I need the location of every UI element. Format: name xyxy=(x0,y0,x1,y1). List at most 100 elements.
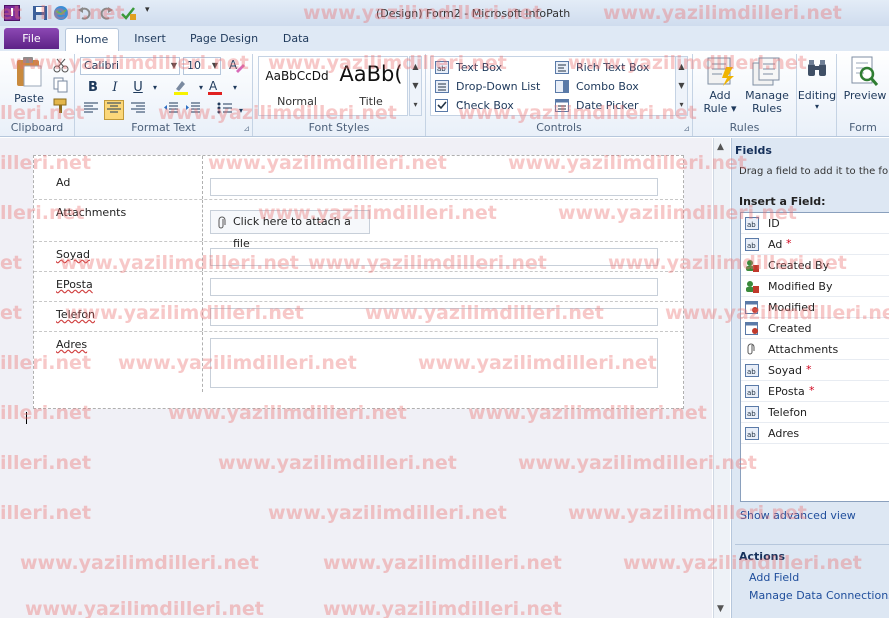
control-drop-down-list[interactable]: Drop-Down List ... xyxy=(435,79,553,106)
field-item[interactable]: ab EPosta * xyxy=(741,381,889,402)
style-title-sample: AaBb( xyxy=(339,62,403,86)
canvas-scrollbar[interactable]: ▲ ▼ xyxy=(713,138,730,618)
field-item[interactable]: Created By xyxy=(741,255,889,276)
field-item[interactable]: ab ID xyxy=(741,213,889,234)
styles-gallery[interactable]: AaBbCcDd Normal AaBb( Title xyxy=(258,56,408,116)
tab-home[interactable]: Home xyxy=(65,28,119,51)
align-right-button[interactable] xyxy=(128,101,148,121)
label-adres: Adres xyxy=(56,338,88,351)
add-field-link[interactable]: Add Field xyxy=(749,571,799,584)
divider xyxy=(735,544,889,545)
align-center-icon xyxy=(107,102,121,113)
input-ad[interactable] xyxy=(210,178,658,196)
control-date-picker[interactable]: Date Picker xyxy=(555,98,673,114)
increase-indent-icon xyxy=(186,102,200,113)
dialog-launcher-icon[interactable]: ⊿ xyxy=(683,124,690,133)
text-field-icon: ab xyxy=(745,385,759,398)
field-item[interactable]: ab Telefon xyxy=(741,402,889,423)
style-normal-label: Normal xyxy=(277,95,317,108)
font-name-combo[interactable]: Calibri ▼ xyxy=(80,57,180,75)
bold-button[interactable]: B xyxy=(83,78,103,98)
column-divider xyxy=(202,332,203,392)
text-field-icon: ab xyxy=(745,238,759,251)
gallery-scroll[interactable]: ▲ ▼ ▾ xyxy=(409,56,422,116)
input-eposta[interactable] xyxy=(210,278,658,296)
design-checker-icon[interactable] xyxy=(120,5,136,21)
scissors-icon xyxy=(53,58,69,73)
svg-text:ab: ab xyxy=(747,221,756,229)
paste-button[interactable]: Paste xyxy=(8,54,50,106)
field-item[interactable]: ab Ad * xyxy=(741,234,889,255)
font-color-button[interactable]: A xyxy=(205,78,225,98)
scroll-up-icon[interactable]: ▲ xyxy=(717,142,724,152)
chevron-down-icon[interactable]: ▾ xyxy=(145,78,165,98)
clipboard-group-label: Clipboard xyxy=(10,121,64,134)
rules-group-label: Rules xyxy=(729,121,760,134)
add-rule-button[interactable]: Add Rule ▾ xyxy=(699,54,741,118)
chevron-down-icon[interactable]: ▾ xyxy=(225,78,245,98)
clear-formatting-icon[interactable]: A xyxy=(226,56,246,76)
person-field-icon xyxy=(745,259,759,272)
paperclip-icon xyxy=(218,216,226,229)
editing-button[interactable]: Editing ▾ xyxy=(798,54,836,118)
tab-data[interactable]: Data xyxy=(276,28,316,51)
field-item-label: Modified By xyxy=(768,280,833,293)
highlight-color-button[interactable] xyxy=(171,78,191,98)
align-left-button[interactable] xyxy=(81,101,101,121)
preview-button[interactable]: Preview xyxy=(841,54,889,104)
manage-rules-button[interactable]: Manage Rules xyxy=(743,54,791,118)
input-soyad[interactable] xyxy=(210,248,658,266)
field-item[interactable]: ab Adres xyxy=(741,423,889,444)
control-check-box[interactable]: Check Box xyxy=(435,98,553,114)
decrease-indent-button[interactable] xyxy=(161,101,181,121)
manage-data-connections-link[interactable]: Manage Data Connections... xyxy=(749,589,889,602)
column-divider xyxy=(202,242,203,271)
field-item-label: Created xyxy=(768,322,812,335)
combo-box-icon xyxy=(555,80,569,93)
ribbon: Paste Clipboard Calibri ▼ 10 ▼ A B I U ▾ ▾ xyxy=(0,51,889,137)
dialog-launcher-icon[interactable]: ⊿ xyxy=(243,124,250,133)
input-telefon[interactable] xyxy=(210,308,658,326)
control-text-box[interactable]: ab Text Box xyxy=(435,60,553,76)
align-center-button[interactable] xyxy=(104,100,124,120)
person-field-icon xyxy=(745,280,759,293)
field-item[interactable]: Modified xyxy=(741,297,889,318)
control-combo-box[interactable]: Combo Box xyxy=(555,79,673,95)
undo-icon[interactable] xyxy=(77,5,93,21)
tab-insert[interactable]: Insert xyxy=(124,28,176,51)
field-item[interactable]: ab Soyad * xyxy=(741,360,889,381)
increase-indent-button[interactable] xyxy=(183,101,203,121)
format-text-group: Calibri ▼ 10 ▼ A B I U ▾ ▾ A ▾ ▾ Format … xyxy=(75,54,253,136)
attach-file-button[interactable]: Click here to attach a file xyxy=(210,210,370,250)
italic-button[interactable]: I xyxy=(105,78,125,98)
tab-page-design[interactable]: Page Design xyxy=(184,28,264,51)
format-painter-icon xyxy=(53,98,67,113)
design-canvas[interactable]: Ad Attachments Click here to attach a fi… xyxy=(0,138,712,618)
format-painter-button[interactable] xyxy=(52,98,70,114)
label-attachments: Attachments xyxy=(56,206,127,219)
controls-gallery-scroll[interactable]: ▲ ▼ ▾ xyxy=(675,56,688,116)
field-item[interactable]: Created xyxy=(741,318,889,339)
pane-title: Fields xyxy=(735,144,772,157)
paste-icon xyxy=(17,57,42,87)
control-rich-text-box[interactable]: Rich Text Box xyxy=(555,60,673,76)
field-item[interactable]: Modified By xyxy=(741,276,889,297)
globe-publish-icon[interactable] xyxy=(53,5,69,21)
redo-icon[interactable] xyxy=(98,5,114,21)
svg-text:ab: ab xyxy=(437,65,446,73)
cut-button[interactable] xyxy=(52,57,70,73)
font-size-value: 10 xyxy=(187,59,201,72)
tab-file[interactable]: File xyxy=(4,28,59,49)
input-adres[interactable] xyxy=(210,338,658,388)
editing-group: Editing ▾ xyxy=(797,54,837,136)
chevron-down-icon[interactable]: ▾ xyxy=(231,101,251,121)
scroll-down-icon[interactable]: ▼ xyxy=(717,604,724,614)
field-item[interactable]: Attachments xyxy=(741,339,889,360)
customize-qat-icon[interactable]: ▾ xyxy=(145,5,161,21)
show-advanced-view-link[interactable]: Show advanced view xyxy=(740,509,856,522)
required-marker: * xyxy=(786,237,792,250)
font-size-combo[interactable]: 10 ▼ xyxy=(183,57,221,75)
save-icon[interactable] xyxy=(32,5,48,21)
required-marker: * xyxy=(809,384,815,397)
copy-button[interactable] xyxy=(52,77,70,93)
